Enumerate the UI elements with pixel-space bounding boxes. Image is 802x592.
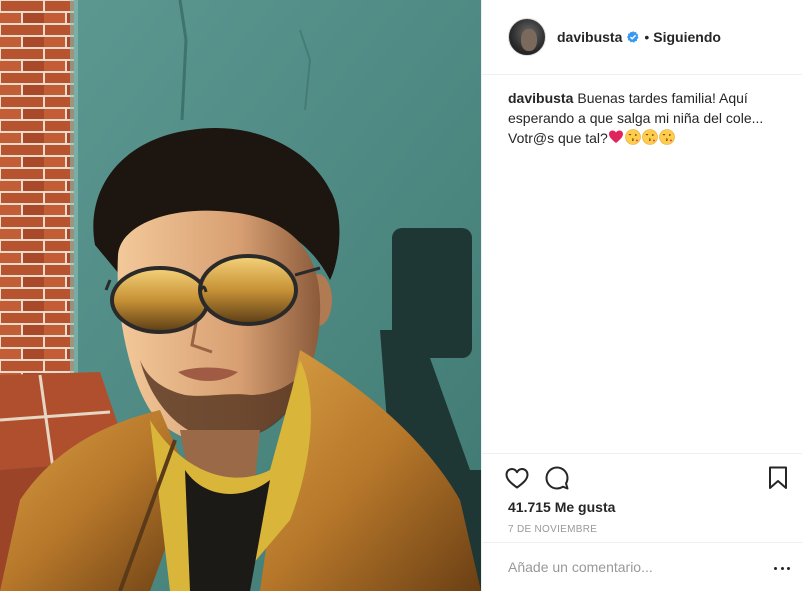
verified-badge-icon (627, 31, 639, 43)
more-dot (774, 567, 777, 570)
post-caption: davibusta Buenas tardes familia! Aquí esp… (508, 88, 776, 148)
instagram-post: davibusta • Siguiendo davibusta Buenas ta… (0, 0, 802, 591)
kiss-face-emoji-icon (642, 129, 658, 145)
caption-username[interactable]: davibusta (508, 90, 573, 106)
selfie-image (0, 0, 481, 591)
kiss-face-emoji-icon (659, 129, 675, 145)
heart-emoji-icon (608, 130, 623, 143)
avatar[interactable] (508, 18, 546, 56)
more-dot (787, 567, 790, 570)
more-options-icon[interactable] (774, 567, 790, 573)
heart-icon[interactable] (504, 465, 530, 491)
post-actions: 41.715 Me gusta 7 DE NOVIEMBRE (482, 453, 802, 577)
post-details-panel: davibusta • Siguiendo davibusta Buenas ta… (481, 0, 802, 591)
avatar-face (521, 29, 537, 51)
comment-icon[interactable] (544, 465, 570, 491)
header-separator: • (644, 29, 650, 45)
author-username[interactable]: davibusta (557, 29, 622, 45)
bookmark-icon[interactable] (766, 465, 790, 491)
likes-count[interactable]: 41.715 Me gusta (508, 499, 615, 515)
follow-status-button[interactable]: Siguiendo (653, 29, 721, 45)
more-dot (780, 567, 784, 570)
comment-box (482, 542, 802, 592)
post-header: davibusta • Siguiendo (482, 0, 802, 75)
post-date[interactable]: 7 DE NOVIEMBRE (508, 524, 597, 535)
post-photo[interactable] (0, 0, 481, 591)
comment-input[interactable] (508, 557, 748, 577)
kiss-face-emoji-icon (625, 129, 641, 145)
